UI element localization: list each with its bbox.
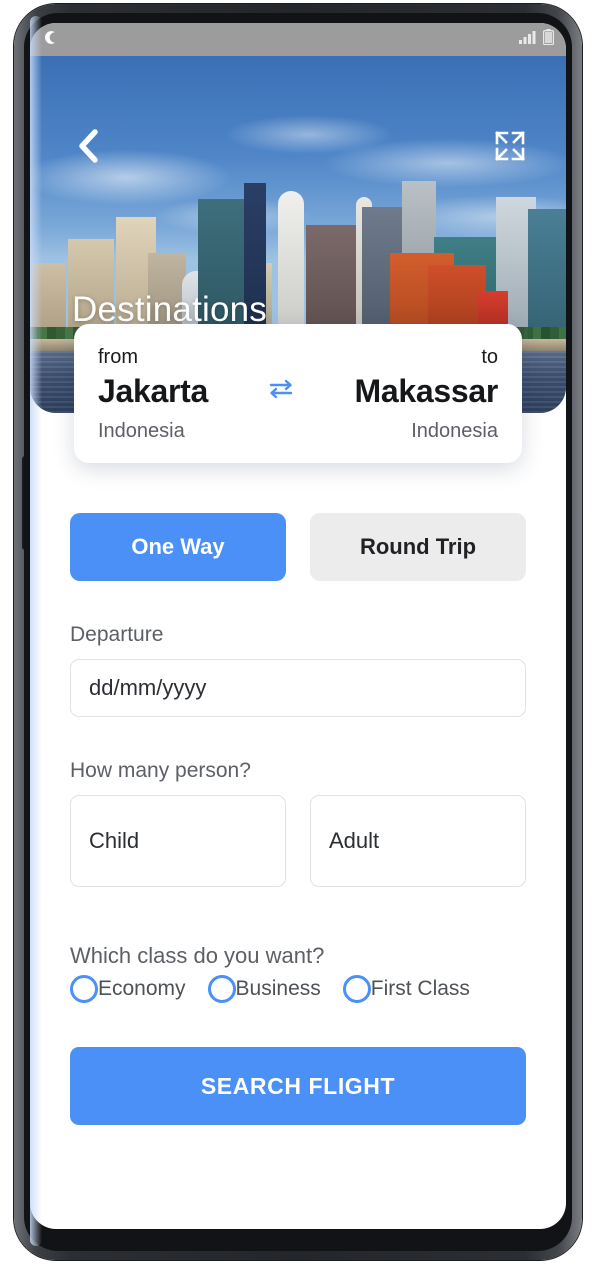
- departure-date-input[interactable]: [70, 659, 526, 717]
- radio-first-class-label: First Class: [370, 977, 470, 1000]
- from-city[interactable]: Jakarta: [98, 373, 208, 410]
- to-country: Indonesia: [411, 420, 498, 442]
- to-label: to: [481, 346, 498, 368]
- radio-economy[interactable]: Economy: [70, 975, 186, 1003]
- one-way-button[interactable]: One Way: [70, 513, 286, 581]
- signal-bars-icon: [519, 30, 537, 49]
- destination-card-labels: from to: [98, 346, 498, 369]
- from-label: from: [98, 346, 138, 368]
- adult-count-field[interactable]: Adult: [310, 795, 526, 887]
- from-country: Indonesia: [98, 420, 185, 442]
- status-bar: [30, 23, 566, 56]
- destination-card-countries: Indonesia Indonesia: [98, 420, 498, 443]
- expand-fullscreen-icon: [494, 130, 526, 167]
- travel-class-options: Economy Business First Class: [70, 975, 526, 1003]
- swap-arrows-icon: [266, 377, 296, 406]
- destination-card-cities: Jakarta Makassar: [98, 373, 498, 410]
- round-trip-button[interactable]: Round Trip: [310, 513, 526, 581]
- radio-circle-icon[interactable]: [207, 975, 236, 1003]
- radio-circle-icon[interactable]: [70, 975, 98, 1003]
- passenger-selectors: Child Adult: [70, 795, 526, 887]
- phone-bezel: Destinations from to Jakarta Makassar In…: [24, 13, 572, 1251]
- back-button[interactable]: [72, 128, 106, 168]
- phone-frame: Destinations from to Jakarta Makassar In…: [14, 4, 582, 1260]
- radio-circle-icon[interactable]: [342, 975, 371, 1003]
- crescent-moon-icon: [42, 29, 59, 51]
- phone-screen: Destinations from to Jakarta Makassar In…: [30, 23, 566, 1229]
- chevron-left-icon: [78, 128, 100, 168]
- passengers-label: How many person?: [70, 759, 251, 782]
- swap-destinations-button[interactable]: [261, 377, 301, 406]
- status-bar-right: [519, 29, 555, 50]
- battery-icon: [543, 29, 555, 50]
- radio-first-class[interactable]: First Class: [342, 975, 470, 1003]
- status-bar-left: [42, 29, 59, 51]
- child-count-field[interactable]: Child: [70, 795, 286, 887]
- trip-type-selector: One Way Round Trip: [70, 513, 526, 581]
- fullscreen-button[interactable]: [490, 128, 530, 168]
- radio-economy-label: Economy: [98, 977, 186, 1000]
- radio-business[interactable]: Business: [207, 975, 321, 1003]
- search-flight-button[interactable]: SEARCH FLIGHT: [70, 1047, 526, 1125]
- departure-label: Departure: [70, 623, 164, 646]
- flight-search-form: One Way Round Trip Departure How many pe…: [30, 513, 566, 1125]
- to-city[interactable]: Makassar: [355, 373, 499, 410]
- destination-card: from to Jakarta Makassar Indonesia Indon…: [74, 324, 522, 463]
- radio-business-label: Business: [235, 977, 321, 1000]
- travel-class-label: Which class do you want?: [70, 943, 325, 968]
